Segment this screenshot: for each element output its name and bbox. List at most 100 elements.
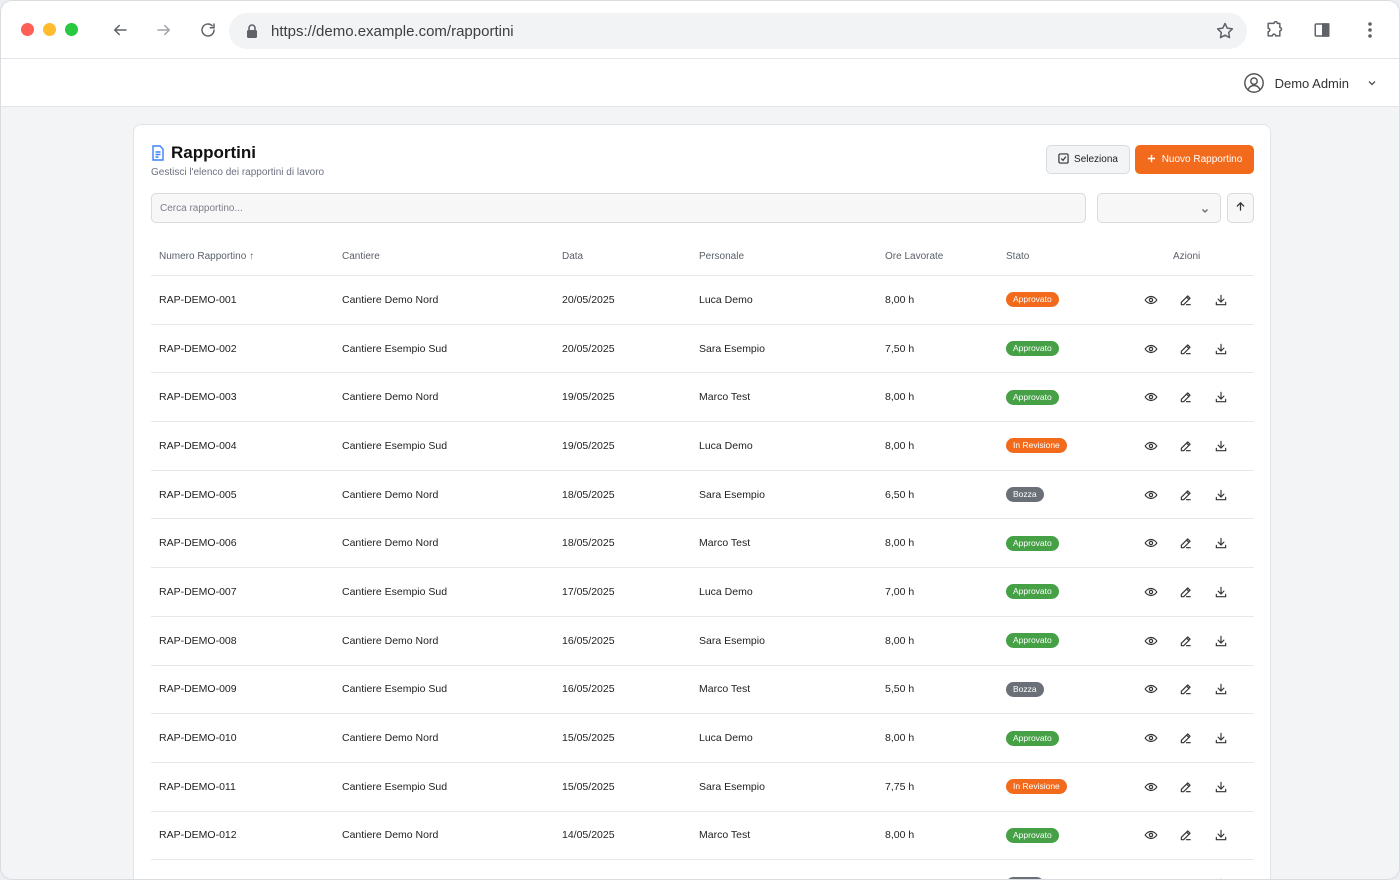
filter-select[interactable] <box>1097 193 1221 223</box>
edit-pencil-icon[interactable] <box>1178 779 1193 794</box>
view-eye-icon[interactable] <box>1143 584 1158 599</box>
reload-icon[interactable] <box>196 18 220 42</box>
header-ore[interactable]: Ore Lavorate <box>885 251 943 262</box>
cell-personale: Sara Esempio <box>699 488 765 501</box>
row-actions <box>1143 438 1228 453</box>
view-eye-icon[interactable] <box>1143 487 1158 502</box>
edit-pencil-icon[interactable] <box>1178 828 1193 843</box>
select-button[interactable]: Seleziona <box>1046 145 1130 174</box>
status-badge: Approvato <box>1006 389 1059 405</box>
edit-pencil-icon[interactable] <box>1178 292 1193 307</box>
forward-arrow-icon[interactable] <box>152 18 176 42</box>
edit-pencil-icon[interactable] <box>1178 877 1193 879</box>
download-icon[interactable] <box>1213 682 1228 697</box>
new-rapportino-button[interactable]: Nuovo Rapportino <box>1135 145 1254 174</box>
table-row[interactable]: RAP-DEMO-007 Cantiere Esempio Sud 17/05/… <box>151 568 1254 617</box>
table-row[interactable]: RAP-DEMO-009 Cantiere Esempio Sud 16/05/… <box>151 666 1254 715</box>
sidebar-toggle-icon[interactable] <box>1311 19 1333 41</box>
view-eye-icon[interactable] <box>1143 292 1158 307</box>
download-icon[interactable] <box>1213 438 1228 453</box>
download-icon[interactable] <box>1213 341 1228 356</box>
cell-numero: RAP-DEMO-008 <box>159 634 237 647</box>
cell-numero: RAP-DEMO-004 <box>159 439 237 452</box>
view-eye-icon[interactable] <box>1143 438 1158 453</box>
view-eye-icon[interactable] <box>1143 536 1158 551</box>
address-bar[interactable]: https://demo.example.com/rapportini <box>229 13 1247 49</box>
edit-pencil-icon[interactable] <box>1178 390 1193 405</box>
cell-data: 16/05/2025 <box>562 683 615 696</box>
cell-stato: Bozza <box>1006 876 1044 879</box>
view-eye-icon[interactable] <box>1143 779 1158 794</box>
browser-toolbar: https://demo.example.com/rapportini <box>1 1 1399 59</box>
download-icon[interactable] <box>1213 584 1228 599</box>
table-row[interactable]: RAP-DEMO-002 Cantiere Esempio Sud 20/05/… <box>151 325 1254 374</box>
header-data[interactable]: Data <box>562 251 583 262</box>
view-eye-icon[interactable] <box>1143 682 1158 697</box>
table-row[interactable]: RAP-DEMO-006 Cantiere Demo Nord 18/05/20… <box>151 519 1254 569</box>
table-row[interactable]: RAP-DEMO-003 Cantiere Demo Nord 19/05/20… <box>151 373 1254 423</box>
minimize-window-button[interactable] <box>43 23 56 36</box>
table-row[interactable]: RAP-DEMO-004 Cantiere Esempio Sud 19/05/… <box>151 422 1254 471</box>
row-actions <box>1143 584 1228 599</box>
header-stato[interactable]: Stato <box>1006 251 1029 262</box>
header-cantiere[interactable]: Cantiere <box>342 251 380 262</box>
table-row[interactable]: RAP-DEMO-010 Cantiere Demo Nord 15/05/20… <box>151 714 1254 763</box>
cell-data: 15/05/2025 <box>562 732 615 745</box>
download-icon[interactable] <box>1213 292 1228 307</box>
table-row[interactable]: RAP-DEMO-005 Cantiere Demo Nord 18/05/20… <box>151 471 1254 520</box>
cell-stato: Approvato <box>1006 535 1059 551</box>
edit-pencil-icon[interactable] <box>1178 682 1193 697</box>
window-controls <box>21 23 78 36</box>
edit-pencil-icon[interactable] <box>1178 731 1193 746</box>
bookmark-star-icon[interactable] <box>1215 21 1235 41</box>
download-icon[interactable] <box>1213 390 1228 405</box>
cell-personale: Marco Test <box>699 537 751 550</box>
chevron-down-icon <box>1367 76 1377 91</box>
view-eye-icon[interactable] <box>1143 341 1158 356</box>
row-actions <box>1143 828 1228 843</box>
download-icon[interactable] <box>1213 536 1228 551</box>
table-row[interactable]: RAP-DEMO-001 Cantiere Demo Nord 20/05/20… <box>151 276 1254 325</box>
user-menu[interactable]: Demo Admin <box>1243 72 1377 94</box>
header-numero[interactable]: Numero Rapportino ↑ <box>159 251 254 262</box>
view-eye-icon[interactable] <box>1143 828 1158 843</box>
view-eye-icon[interactable] <box>1143 390 1158 405</box>
cell-stato: Bozza <box>1006 487 1044 503</box>
view-eye-icon[interactable] <box>1143 633 1158 648</box>
cell-cantiere: Cantiere Demo Nord <box>342 293 439 306</box>
download-icon[interactable] <box>1213 633 1228 648</box>
download-icon[interactable] <box>1213 487 1228 502</box>
edit-pencil-icon[interactable] <box>1178 438 1193 453</box>
search-input[interactable] <box>151 193 1086 223</box>
cell-cantiere: Cantiere Demo Nord <box>342 537 439 550</box>
edit-pencil-icon[interactable] <box>1178 536 1193 551</box>
edit-pencil-icon[interactable] <box>1178 341 1193 356</box>
download-icon[interactable] <box>1213 731 1228 746</box>
edit-pencil-icon[interactable] <box>1178 584 1193 599</box>
cell-ore: 7,00 h <box>885 585 915 598</box>
table-row[interactable]: RAP-DEMO-012 Cantiere Demo Nord 14/05/20… <box>151 812 1254 861</box>
table-row[interactable]: RAP-DEMO-008 Cantiere Demo Nord 16/05/20… <box>151 617 1254 666</box>
table-row[interactable]: RAP-DEMO-013 Cantiere Esempio Sud 14/05/… <box>151 860 1254 879</box>
extensions-icon[interactable] <box>1263 19 1285 41</box>
edit-pencil-icon[interactable] <box>1178 487 1193 502</box>
download-icon[interactable] <box>1213 779 1228 794</box>
more-menu-icon[interactable] <box>1359 19 1381 41</box>
back-arrow-icon[interactable] <box>108 18 132 42</box>
download-icon[interactable] <box>1213 828 1228 843</box>
cell-ore: 8,00 h <box>885 537 915 550</box>
maximize-window-button[interactable] <box>65 23 78 36</box>
edit-pencil-icon[interactable] <box>1178 633 1193 648</box>
view-eye-icon[interactable] <box>1143 731 1158 746</box>
view-eye-icon[interactable] <box>1143 877 1158 879</box>
cell-numero: RAP-DEMO-009 <box>159 683 237 696</box>
cell-ore: 8,00 h <box>885 829 915 842</box>
row-actions <box>1143 390 1228 405</box>
sort-direction-button[interactable] <box>1227 193 1254 223</box>
cell-numero: RAP-DEMO-007 <box>159 585 237 598</box>
cell-data: 20/05/2025 <box>562 293 615 306</box>
header-personale[interactable]: Personale <box>699 251 744 262</box>
table-row[interactable]: RAP-DEMO-011 Cantiere Esempio Sud 15/05/… <box>151 763 1254 812</box>
close-window-button[interactable] <box>21 23 34 36</box>
download-icon[interactable] <box>1213 877 1228 879</box>
